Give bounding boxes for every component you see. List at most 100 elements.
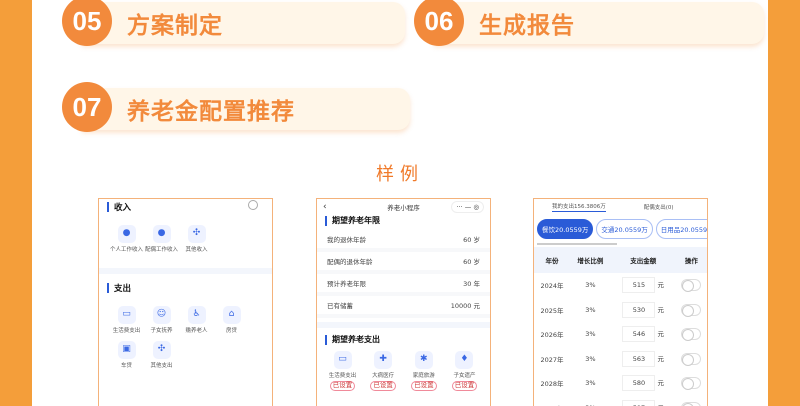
year-cell: 2026年 xyxy=(540,331,564,340)
rate-cell: 3% xyxy=(585,330,596,339)
expense-item[interactable]: ♦ 子女遗产 已设置 xyxy=(447,351,482,391)
section-title: 期望养老支出 xyxy=(317,334,490,345)
col-header: 支出金额 xyxy=(610,247,676,273)
expense-item[interactable]: ▭ 生活费支出 已设置 xyxy=(325,351,360,391)
tab-spouse-expense[interactable]: 配偶支出(0) xyxy=(644,203,674,211)
chip-transport[interactable]: 交通20.0559万 xyxy=(596,219,653,239)
row-unit: 岁 xyxy=(473,258,481,266)
scrollbar[interactable] xyxy=(537,243,617,245)
amount-input[interactable]: 563 xyxy=(622,350,656,367)
step-05: 05 方案制定 xyxy=(62,0,405,46)
item-label: 生活费支出 xyxy=(112,328,141,335)
step-label: 生成报告 xyxy=(479,13,575,39)
expense-item[interactable]: ☺ 子女抚养 xyxy=(144,306,179,335)
item-label: 车贷 xyxy=(120,363,132,370)
row-value: 60 xyxy=(463,236,472,244)
expense-item[interactable]: ♿ 赡养老人 xyxy=(179,306,214,335)
row-value: 30 xyxy=(463,280,472,288)
chip-dining[interactable]: 餐饮20.0559万 xyxy=(537,219,594,239)
capsule-menu[interactable]: ··· — ◎ xyxy=(451,201,484,213)
amount-input[interactable]: 597 xyxy=(622,399,656,406)
toggle-switch[interactable] xyxy=(681,279,702,293)
item-label: 其他收入 xyxy=(185,247,208,253)
toggle-switch[interactable] xyxy=(681,352,702,366)
row-label: 我的退休年龄 xyxy=(327,236,366,244)
medical-icon: ✚ xyxy=(374,351,393,369)
item-label: 赡养老人 xyxy=(185,328,208,335)
expense-item[interactable]: ✚ 大病医疗已设置 xyxy=(366,351,401,391)
person-icon: ● xyxy=(152,225,171,243)
grid-icon: ✣ xyxy=(152,341,171,360)
item-label: 子女抚养 xyxy=(150,328,173,335)
setting-row[interactable]: 已有储蓄 10000 元 xyxy=(317,296,490,318)
amount-input[interactable]: 580 xyxy=(622,375,656,392)
row-value: 60 xyxy=(463,258,472,266)
unit-label: 元 xyxy=(657,354,664,363)
toggle-switch[interactable] xyxy=(681,328,702,342)
rate-cell: 3% xyxy=(585,354,596,363)
item-label: 生活费支出 xyxy=(328,373,357,379)
item-label: 家庭旅游 xyxy=(412,373,435,379)
car-icon: ▣ xyxy=(117,341,136,360)
item-label: 大病医疗 xyxy=(372,373,395,379)
rate-cell: 3% xyxy=(570,396,611,406)
row-unit: 元 xyxy=(473,302,481,310)
expense-item[interactable]: ⌂ 房贷 xyxy=(214,306,249,335)
amount-input[interactable]: 515 xyxy=(622,277,656,294)
setting-row[interactable]: 配偶的退休年龄 60 岁 xyxy=(317,252,490,274)
table-row: 2026年 3% 546 元 xyxy=(534,322,707,347)
toggle-switch[interactable] xyxy=(681,401,702,406)
year-cell: 2028年 xyxy=(540,380,564,389)
rate-cell: 3% xyxy=(585,305,596,314)
step-07: 07 养老金配置推荐 xyxy=(62,82,410,132)
expense-item[interactable]: ✣ 其他支出 xyxy=(144,341,179,370)
row-label: 预计养老年限 xyxy=(327,280,366,288)
item-label: 子女遗产 xyxy=(453,373,476,379)
year-cell: 2027年 xyxy=(540,355,564,364)
unit-label: 元 xyxy=(657,330,664,339)
year-cell: 2029年 xyxy=(534,396,570,406)
unit-label: 元 xyxy=(657,281,664,290)
toggle-switch[interactable] xyxy=(681,303,702,317)
row-unit: 岁 xyxy=(473,236,481,244)
table-row: 2024年 3% 515 元 xyxy=(534,273,707,298)
setting-row[interactable]: 预计养老年限 30 年 xyxy=(317,274,490,296)
amount-input[interactable]: 530 xyxy=(622,301,656,318)
row-label: 已有储蓄 xyxy=(327,302,353,310)
elder-icon: ♿ xyxy=(187,306,206,325)
child-icon: ☺ xyxy=(152,306,171,325)
item-label: 个人工作收入 xyxy=(109,247,143,253)
table-row: 2027年 3% 563 元 xyxy=(534,347,707,372)
expense-item[interactable]: ▭ 生活费支出 xyxy=(109,306,144,335)
col-header: 增长比例 xyxy=(570,247,611,273)
category-chips: 餐饮20.0559万 交通20.0559万 日用品20.0559万 xyxy=(534,215,707,243)
grid-icon: ✣ xyxy=(187,225,206,243)
screenshot-expense-table: 我的支出156.3806万 配偶支出(0) 餐饮20.0559万 交通20.05… xyxy=(533,198,708,406)
item-label: 其他支出 xyxy=(150,363,173,370)
row-unit: 年 xyxy=(473,280,481,288)
col-header: 年份 xyxy=(534,247,571,273)
rate-cell: 3% xyxy=(585,379,596,388)
status-tag: 已设置 xyxy=(370,381,396,391)
col-header: 操作 xyxy=(675,247,707,273)
table-row: 2029年3%597 元 xyxy=(534,396,707,406)
item-label: 配偶工作收入 xyxy=(144,247,178,253)
expense-item[interactable]: ✱ 家庭旅游 已设置 xyxy=(406,351,441,391)
year-cell: 2024年 xyxy=(540,282,564,291)
toggle-switch[interactable] xyxy=(681,377,702,391)
row-value: 10000 xyxy=(450,302,472,310)
house-icon: ⌂ xyxy=(222,306,241,325)
table-row: 2025年 3% 530 元 xyxy=(534,298,707,323)
income-item[interactable]: ● 个人工作收入 xyxy=(109,225,144,254)
settings-icon[interactable] xyxy=(248,200,258,210)
income-item[interactable]: ● 配偶工作收入 xyxy=(144,225,179,254)
income-item[interactable]: ✣ 其他收入 xyxy=(179,225,214,254)
setting-row[interactable]: 我的退休年龄 60 岁 xyxy=(317,230,490,252)
status-tag: 已设置 xyxy=(411,381,437,391)
rate-cell: 3% xyxy=(585,281,596,290)
row-label: 配偶的退休年龄 xyxy=(327,258,373,266)
chip-daily[interactable]: 日用品20.0559万 xyxy=(655,219,707,239)
tab-my-expense[interactable]: 我的支出156.3806万 xyxy=(552,202,606,212)
expense-item[interactable]: ▣ 车贷 xyxy=(109,341,144,370)
amount-input[interactable]: 546 xyxy=(622,326,656,343)
